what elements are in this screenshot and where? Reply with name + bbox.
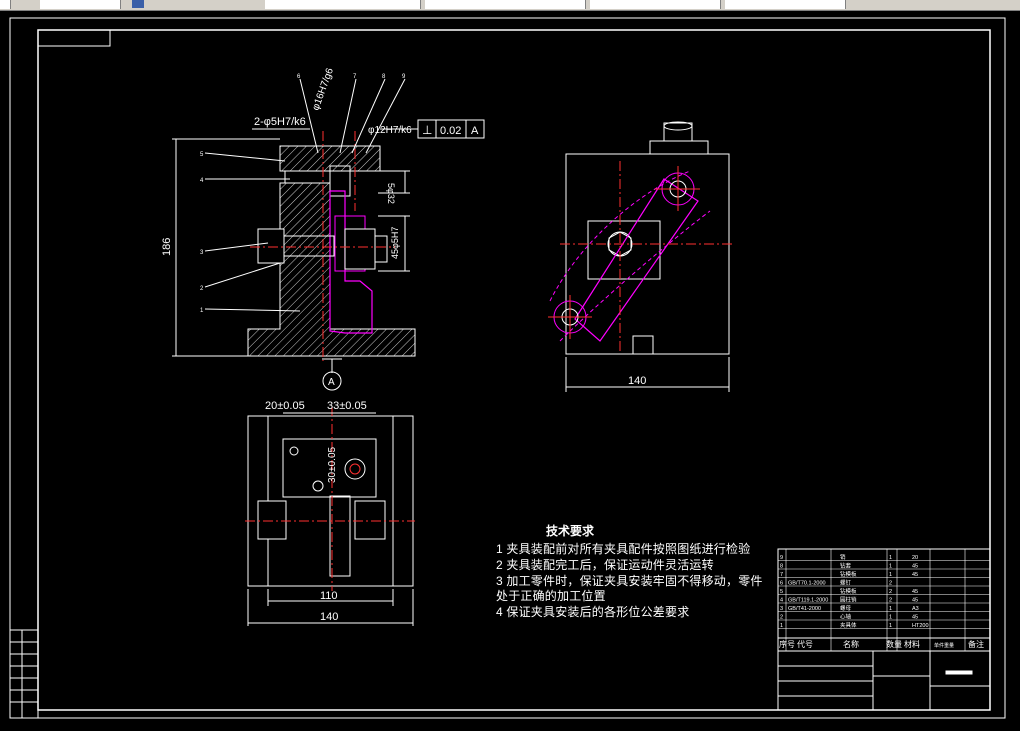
bom-table: 9 销 1 20 8 钻套 1 45 7 钻模板 1 45 6 GB/T70.1-2000 螺钉 2 5 钻模板 2…: [777, 549, 991, 651]
bom-cell: 7: [780, 572, 783, 578]
bom-cell: 1: [889, 615, 892, 621]
bom-cell: 钻模板: [840, 587, 857, 595]
leader-9: 9: [402, 74, 406, 80]
bom-header-cell: 材料: [904, 639, 920, 649]
bom-cell: 圆柱销: [840, 596, 857, 604]
top-dim-2: 33±0.05: [327, 400, 367, 412]
layer-dropdown[interactable]: [40, 0, 121, 9]
plotstyle-dropdown[interactable]: [725, 0, 846, 9]
bom-cell: 20: [912, 555, 918, 561]
bom-cell: 8: [780, 564, 783, 570]
dim-phi12: φ12H7/k6: [368, 125, 412, 136]
dim-phi16: φ16H7/g6: [310, 66, 336, 112]
bom-cell: 夹具体: [840, 621, 857, 629]
bom-header-cell: 代号: [797, 639, 813, 649]
tolerance-value: 0.02: [440, 125, 461, 137]
leader-2: 2: [200, 286, 204, 292]
top-dim-1: 20±0.05: [265, 400, 305, 412]
bom-cell: 2: [889, 581, 892, 587]
height-dim-label: 186: [161, 238, 173, 256]
bom-cell: 45: [912, 572, 918, 578]
linetype-dropdown[interactable]: [265, 0, 421, 9]
lineweight-dropdown[interactable]: [425, 0, 586, 9]
top-view: 20±0.05 33±0.05 30±0.05 110 140: [245, 400, 415, 626]
bom-cell: 2: [889, 598, 892, 604]
drawing-canvas[interactable]: 186 5 4 3 2 1 6 7 8 9 2-φ5H7/k6 φ16H7/g6…: [0, 11, 1020, 726]
top-width-110: 110: [320, 590, 338, 602]
corner-box: [37, 29, 111, 47]
color-dropdown[interactable]: [590, 0, 721, 9]
leader-8: 8: [382, 74, 386, 80]
bom-cell: 钻模板: [840, 570, 857, 578]
bom-cell: 螺母: [840, 604, 852, 612]
bom-cell: A3: [912, 606, 919, 612]
requirement-item: 处于正确的加工位置: [496, 589, 606, 603]
requirement-item: 1 夹具装配前对所有夹具配件按照图纸进行检验: [496, 542, 751, 556]
perpendicularity-icon: ⊥: [422, 123, 432, 137]
bom-cell: GB/T70.1-2000: [788, 581, 826, 587]
bom-header-cell: 名称: [843, 639, 859, 649]
bom-cell: 1: [889, 606, 892, 612]
bom-cell: 1: [889, 564, 892, 570]
bom-header-cell: 序号: [779, 639, 795, 649]
bom-header-cell: 备注: [968, 639, 984, 649]
cad-toolbar: [0, 0, 1020, 11]
bom-cell: 4: [780, 598, 783, 604]
bom-cell: 2: [889, 589, 892, 595]
bom-cell: 1: [889, 623, 892, 629]
linkage-arm: [574, 178, 699, 342]
datum-marker-label: A: [328, 377, 335, 388]
leader-3: 3: [200, 250, 204, 256]
leader-1: 1: [200, 308, 204, 314]
bom-cell: 5: [780, 589, 783, 595]
requirements-title: 技术要求: [546, 524, 595, 538]
bom-cell: 45: [912, 615, 918, 621]
requirement-item: 4 保证夹具安装后的各形位公差要求: [496, 605, 690, 619]
bom-cell: 销: [840, 553, 846, 561]
bom-cell: 1: [889, 572, 892, 578]
bom-cell: 45: [912, 589, 918, 595]
side-width-label: 140: [628, 375, 646, 387]
leader-5: 5: [200, 152, 204, 158]
nut-right: [344, 228, 376, 270]
revision-strip: [9, 629, 39, 719]
leader-4: 4: [200, 178, 204, 184]
nut-left: [257, 228, 285, 264]
title-block: [777, 548, 991, 711]
bom-cell: 1: [889, 555, 892, 561]
bom-cell: 45: [912, 564, 918, 570]
side-dim-1: 5φ32: [386, 183, 396, 204]
bom-cell: 心轴: [840, 613, 852, 621]
bom-cell: 45: [912, 598, 918, 604]
tolerance-datum: A: [471, 125, 479, 137]
top-dim-3: 30±0.05: [327, 446, 338, 483]
bom-cell: 2: [780, 615, 783, 621]
bom-cell: GB/T41-2000: [788, 606, 821, 612]
bom-cell: 9: [780, 555, 783, 561]
bom-cell: 3: [780, 606, 783, 612]
dim-2-phi5: 2-φ5H7/k6: [254, 116, 306, 128]
top-width-140: 140: [320, 611, 338, 623]
bom-cell: 钻套: [840, 562, 852, 570]
side-view: 140: [548, 121, 735, 392]
layer-icon[interactable]: [132, 0, 144, 8]
side-dim-2: 45φ5H7: [390, 227, 400, 259]
bom-header-cell: 单件重量: [934, 642, 954, 649]
toolbar-slot[interactable]: [0, 0, 11, 9]
bom-cell: GB/T119.1-2000: [788, 598, 828, 604]
bom-cell: HT200: [912, 623, 929, 629]
bom-cell: 6: [780, 581, 783, 587]
bom-cell: 螺钉: [840, 579, 852, 587]
front-view: 186 5 4 3 2 1 6 7 8 9 2-φ5H7/k6 φ16H7/g6…: [161, 66, 485, 391]
requirement-item: 2 夹具装配完工后，保证运动件灵活运转: [496, 558, 714, 572]
bom-cell: 1: [780, 623, 783, 629]
bom-header-cell: 数量: [886, 639, 902, 649]
